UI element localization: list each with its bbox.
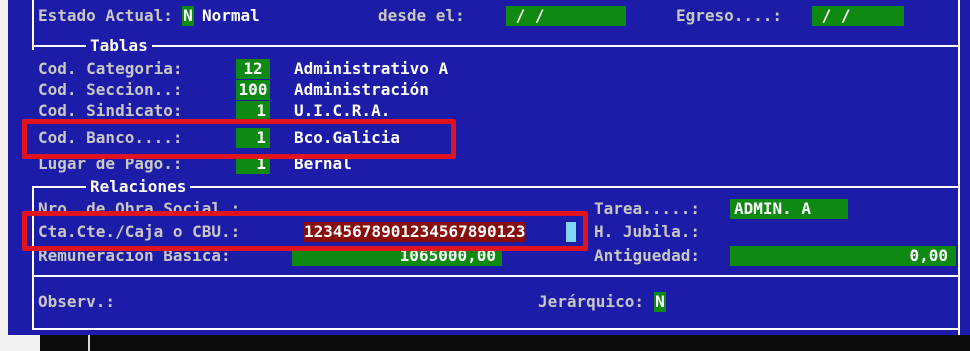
sindicato-label: Cod. Sindicato: [38, 101, 183, 120]
seccion-code-field[interactable]: 100 [236, 80, 270, 100]
jubila-label: H. Jubila.: [594, 222, 700, 241]
frame-left-border-bottom [32, 188, 34, 330]
categoria-code-field[interactable]: 12 [236, 59, 270, 79]
sindicato-desc: U.I.C.R.A. [294, 101, 391, 120]
antiguedad-field[interactable]: 0,00 [730, 246, 956, 266]
desde-date-field[interactable]: / / [506, 6, 626, 26]
terminal-screen: Estado Actual: N Normal desde el: / / Eg… [8, 0, 970, 335]
estado-label: Estado Actual: [38, 6, 173, 25]
frame-left-border-top [32, 0, 34, 50]
estado-value: Normal [202, 6, 260, 25]
estado-code-field[interactable]: N [182, 6, 194, 26]
banco-highlight-box [22, 119, 456, 159]
tablas-divider [32, 45, 960, 47]
egreso-date-field[interactable]: / / [812, 6, 904, 26]
categoria-desc: Administrativo A [294, 59, 449, 78]
relaciones-section-title: Relaciones [86, 177, 191, 197]
tarea-field[interactable]: ADMIN. A [730, 199, 848, 219]
desde-label: desde el: [378, 6, 465, 25]
observ-label: Observ.: [38, 292, 116, 311]
bottom-caret [88, 335, 90, 351]
seccion-desc: Administración [294, 80, 429, 99]
jerarquico-label: Jerárquico: [538, 292, 644, 311]
observ-divider [32, 275, 960, 277]
frame-right-border [958, 0, 960, 335]
bottom-bar [40, 335, 970, 351]
antiguedad-label: Antiguedad: [594, 246, 700, 265]
sindicato-code-field[interactable]: 1 [236, 101, 270, 121]
frame-bottom-border [32, 328, 960, 330]
tablas-section-title: Tablas [86, 36, 152, 56]
jerarquico-field[interactable]: N [654, 292, 666, 312]
egreso-label: Egreso....: [676, 6, 782, 25]
seccion-label: Cod. Seccion..: [38, 80, 183, 99]
categoria-label: Cod. Categoria: [38, 59, 183, 78]
cbu-highlight-box [22, 211, 588, 251]
tarea-label: Tarea.....: [594, 199, 700, 218]
